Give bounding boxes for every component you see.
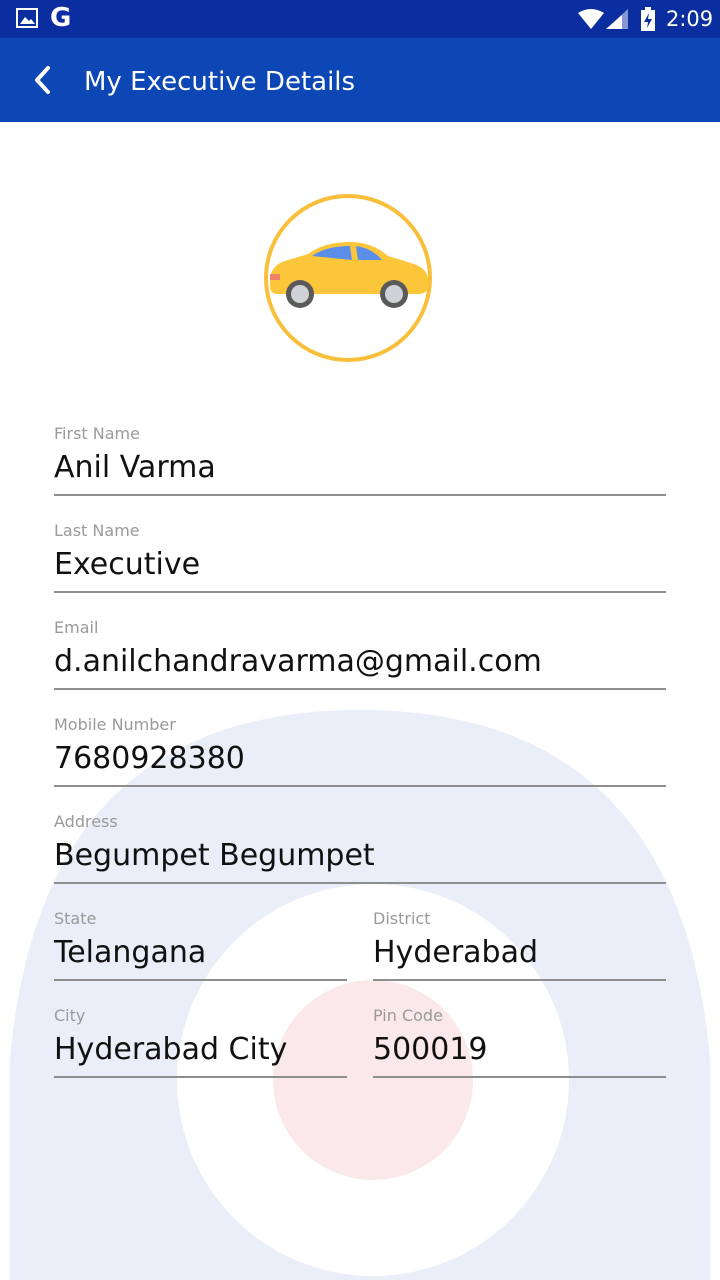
district-underline bbox=[373, 979, 666, 981]
city-underline bbox=[54, 1076, 347, 1078]
first-name-label: First Name bbox=[54, 424, 140, 443]
executive-details-form: First Name Anil Varma Last Name Executiv… bbox=[0, 0, 720, 1280]
pin-code-value[interactable]: 500019 bbox=[373, 1030, 488, 1070]
state-underline bbox=[54, 979, 347, 981]
city-value[interactable]: Hyderabad City bbox=[54, 1030, 287, 1070]
last-name-label: Last Name bbox=[54, 521, 140, 540]
first-name-value[interactable]: Anil Varma bbox=[54, 448, 216, 488]
state-label: State bbox=[54, 909, 97, 928]
email-label: Email bbox=[54, 618, 99, 637]
email-value[interactable]: d.anilchandravarma@gmail.com bbox=[54, 642, 542, 682]
state-value[interactable]: Telangana bbox=[54, 933, 206, 973]
city-label: City bbox=[54, 1006, 86, 1025]
last-name-underline bbox=[54, 591, 666, 593]
address-value[interactable]: Begumpet Begumpet bbox=[54, 836, 375, 876]
pin-code-label: Pin Code bbox=[373, 1006, 443, 1025]
district-value[interactable]: Hyderabad bbox=[373, 933, 538, 973]
last-name-value[interactable]: Executive bbox=[54, 545, 200, 585]
first-name-underline bbox=[54, 494, 666, 496]
mobile-number-value[interactable]: 7680928380 bbox=[54, 739, 245, 779]
email-underline bbox=[54, 688, 666, 690]
pin-code-underline bbox=[373, 1076, 666, 1078]
mobile-number-underline bbox=[54, 785, 666, 787]
address-underline bbox=[54, 882, 666, 884]
mobile-number-label: Mobile Number bbox=[54, 715, 176, 734]
address-label: Address bbox=[54, 812, 118, 831]
district-label: District bbox=[373, 909, 431, 928]
